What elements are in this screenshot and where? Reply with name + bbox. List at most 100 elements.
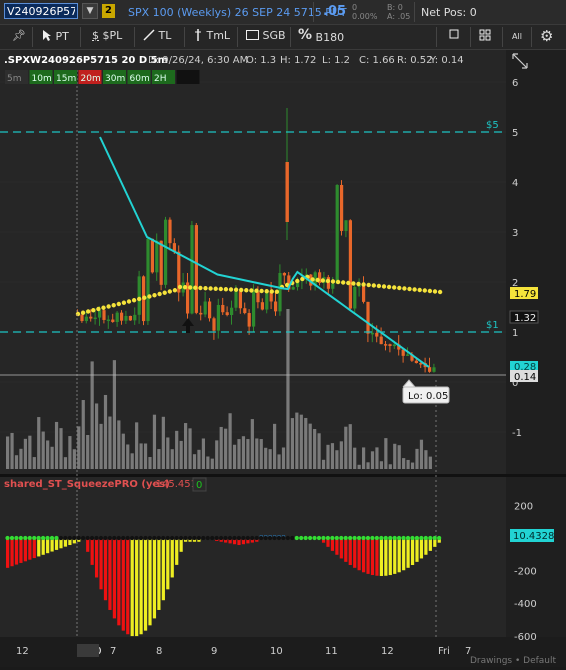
- squeeze-dot: [339, 535, 344, 541]
- study-tick-label: 200: [514, 501, 533, 512]
- squeeze-dot: [107, 535, 112, 541]
- volume-bar: [166, 437, 170, 469]
- time-axis-label: 12: [16, 646, 29, 657]
- divider: [290, 27, 291, 47]
- squeeze-dot: [147, 535, 152, 541]
- volume-bar: [72, 449, 76, 469]
- squeeze-bar: [362, 538, 366, 573]
- ema-dot: [182, 285, 188, 290]
- squeeze-dot: [41, 535, 46, 541]
- squeeze-dot: [63, 535, 68, 541]
- timeframe-label: 5m: [7, 74, 22, 84]
- volume-bar: [348, 424, 352, 469]
- ema-dot: [177, 284, 183, 290]
- squeeze-bar: [139, 538, 143, 635]
- pane-divider[interactable]: [0, 474, 566, 477]
- volume-bar: [192, 454, 197, 469]
- ema-dot: [392, 285, 397, 290]
- grid-layout-button[interactable]: [479, 29, 491, 44]
- timeline-tool[interactable]: TmL: [193, 29, 230, 42]
- candle-body: [260, 302, 264, 310]
- chart-panel[interactable]: $5 $1 .SPXW240926P5715 20 D 5m D: 9/26/2…: [0, 50, 566, 667]
- trendline-icon: [143, 29, 155, 41]
- trendline-tool[interactable]: TL: [143, 29, 171, 42]
- volume-bar: [232, 444, 237, 469]
- squeeze-bar: [121, 538, 125, 631]
- bar-range: R: 0.52: [397, 55, 432, 66]
- volume-bar: [179, 440, 183, 469]
- symbol-dropdown-button[interactable]: ▼: [82, 3, 98, 19]
- volume-bar: [326, 444, 330, 469]
- symbol-input[interactable]: [4, 3, 78, 19]
- study-plot-background: [0, 477, 506, 637]
- squeeze-dot: [343, 535, 348, 541]
- squeeze-bar: [135, 538, 139, 637]
- timeframe-button[interactable]: [176, 70, 200, 84]
- divider: [134, 27, 135, 47]
- ema-dot: [106, 304, 111, 309]
- net-change: 0: [352, 3, 358, 12]
- bar-close: C: 1.66: [359, 55, 395, 66]
- squeeze-dot: [170, 535, 175, 541]
- squeeze-dot: [156, 535, 161, 541]
- squeeze-bar: [37, 538, 41, 557]
- price-level-tool[interactable]: $ $PL: [92, 29, 122, 42]
- candle-body: [164, 219, 168, 285]
- squeeze-dot: [259, 535, 264, 541]
- bar-high: H: 1.72: [280, 55, 316, 66]
- volume-bar: [50, 446, 54, 469]
- squeeze-bar: [6, 538, 10, 568]
- study-zero-value: 0: [196, 480, 202, 491]
- volume-bar: [299, 414, 303, 469]
- candle-body: [331, 283, 335, 289]
- squeeze-dot: [348, 535, 353, 541]
- single-grid-button[interactable]: [449, 29, 459, 42]
- squeeze-dot: [392, 535, 397, 541]
- volume-bar: [19, 448, 23, 469]
- squeeze-dot: [361, 535, 366, 541]
- volume-bar: [366, 462, 370, 469]
- timeframe-label: 30m: [105, 74, 125, 84]
- squeeze-bar: [10, 538, 14, 567]
- all-drawings-button[interactable]: All: [512, 32, 522, 41]
- volume-bar: [152, 414, 157, 469]
- squeeze-bar: [366, 538, 370, 574]
- time-axis-label: 8: [156, 646, 162, 657]
- squeeze-dot: [81, 535, 86, 541]
- settings-button[interactable]: ⚙: [540, 27, 553, 45]
- volume-bar: [108, 416, 112, 469]
- squeeze-dot: [303, 535, 308, 541]
- squeeze-bar: [90, 538, 94, 565]
- sgb-tool[interactable]: SGB: [246, 29, 286, 42]
- squeeze-dot: [72, 535, 77, 541]
- candle-body: [353, 286, 357, 309]
- squeeze-dot: [272, 535, 277, 541]
- link-group-badge[interactable]: 2: [102, 4, 115, 18]
- squeeze-bar: [406, 538, 410, 568]
- study-current-value: 10.4328: [513, 531, 554, 542]
- ema-dot: [432, 289, 438, 294]
- squeeze-dot: [205, 535, 210, 541]
- volume-bar: [424, 450, 428, 469]
- divider: [184, 27, 185, 47]
- ema-dot: [218, 286, 223, 292]
- candle-body: [388, 344, 392, 346]
- close-price-value: 0.14: [514, 372, 536, 383]
- squeeze-dot: [54, 535, 59, 541]
- squeeze-dot: [423, 535, 428, 541]
- squeeze-bar: [152, 538, 157, 619]
- squeeze-dot: [98, 535, 104, 541]
- divider: [414, 2, 415, 22]
- rectangle-icon: [246, 30, 259, 40]
- volume-bar: [210, 458, 214, 469]
- squeeze-dot: [49, 535, 55, 541]
- pin-tool[interactable]: 📌︎: [12, 29, 26, 42]
- price-chart[interactable]: $5 $1 .SPXW240926P5715 20 D 5m D: 9/26/2…: [0, 50, 566, 667]
- b180-tool[interactable]: % B180: [298, 27, 344, 45]
- pointer-tool[interactable]: PT: [42, 29, 69, 43]
- price-tick-label: 6: [512, 78, 518, 89]
- volume-bar: [14, 455, 19, 469]
- squeeze-dot: [405, 535, 411, 541]
- crosshair-time-tag: [77, 644, 99, 657]
- squeeze-dot: [116, 535, 121, 541]
